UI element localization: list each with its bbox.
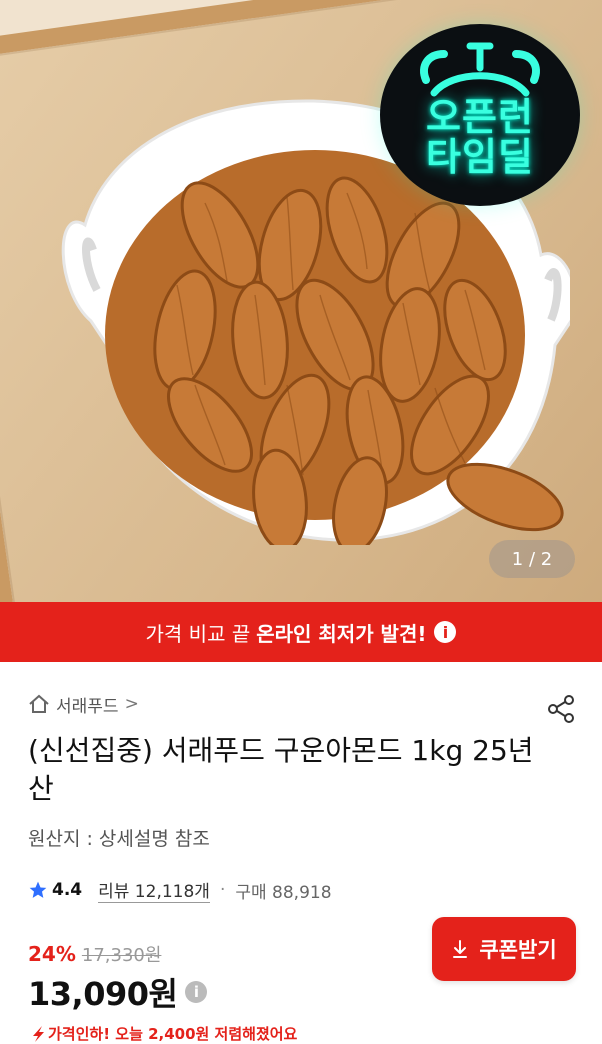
- price-drop-arrow-icon: [33, 1025, 44, 1042]
- product-title: (신선집중) 서래푸드 구운아몬드 1kg 25년산: [28, 734, 534, 805]
- product-image-carousel[interactable]: 오픈런 타임딜 1 / 2: [0, 0, 602, 602]
- time-deal-badge: 오픈런 타임딜: [382, 26, 578, 204]
- get-coupon-button[interactable]: 쿠폰받기: [432, 917, 576, 981]
- promo-emphasis: 온라인 최저가 발견!: [256, 621, 427, 646]
- chevron-right-icon: >: [124, 694, 139, 714]
- rating-row: 4.4 리뷰 12,118개 · 구매 88,918: [28, 877, 578, 903]
- coupon-label: 쿠폰받기: [479, 938, 557, 962]
- separator-dot: ·: [219, 880, 226, 900]
- review-link[interactable]: 리뷰 12,118개: [98, 877, 210, 903]
- price-drop-notice: 가격인하! 오늘 2,400원 저렴해졌어요: [28, 1023, 578, 1044]
- promo-prefix: 가격 비교 끝: [145, 621, 251, 646]
- product-info: 서래푸드 > (신선집중) 서래푸드 구운아몬드 1kg 25년산 원산지 : …: [28, 690, 578, 1044]
- info-icon[interactable]: i: [434, 621, 457, 643]
- origin-info: 원산지 : 상세설명 참조: [28, 828, 210, 850]
- page-indicator: 1 / 2: [489, 540, 575, 578]
- purchase-count: 구매 88,918: [235, 882, 332, 903]
- star-icon: [29, 881, 47, 898]
- price-info-icon[interactable]: i: [185, 981, 208, 1003]
- badge-line-2: 타임딜: [426, 134, 534, 179]
- share-icon[interactable]: [546, 694, 576, 724]
- discount-rate: 24%: [28, 942, 76, 966]
- download-arrow-icon: [453, 940, 468, 958]
- sale-price: 13,090원: [28, 975, 178, 1013]
- price-drop-text: 가격인하! 오늘 2,400원 저렴해졌어요: [48, 1025, 298, 1043]
- brand-breadcrumb[interactable]: 서래푸드 >: [28, 690, 578, 718]
- original-price: 17,330원: [81, 945, 162, 966]
- lowest-price-banner[interactable]: 가격 비교 끝 온라인 최저가 발견! i: [0, 602, 602, 662]
- rating-score: 4.4: [52, 880, 83, 900]
- home-icon: [29, 694, 49, 713]
- time-deal-text: 오픈런 타임딜: [382, 95, 578, 179]
- brand-name[interactable]: 서래푸드: [56, 692, 119, 717]
- badge-line-1: 오픈런: [426, 95, 534, 139]
